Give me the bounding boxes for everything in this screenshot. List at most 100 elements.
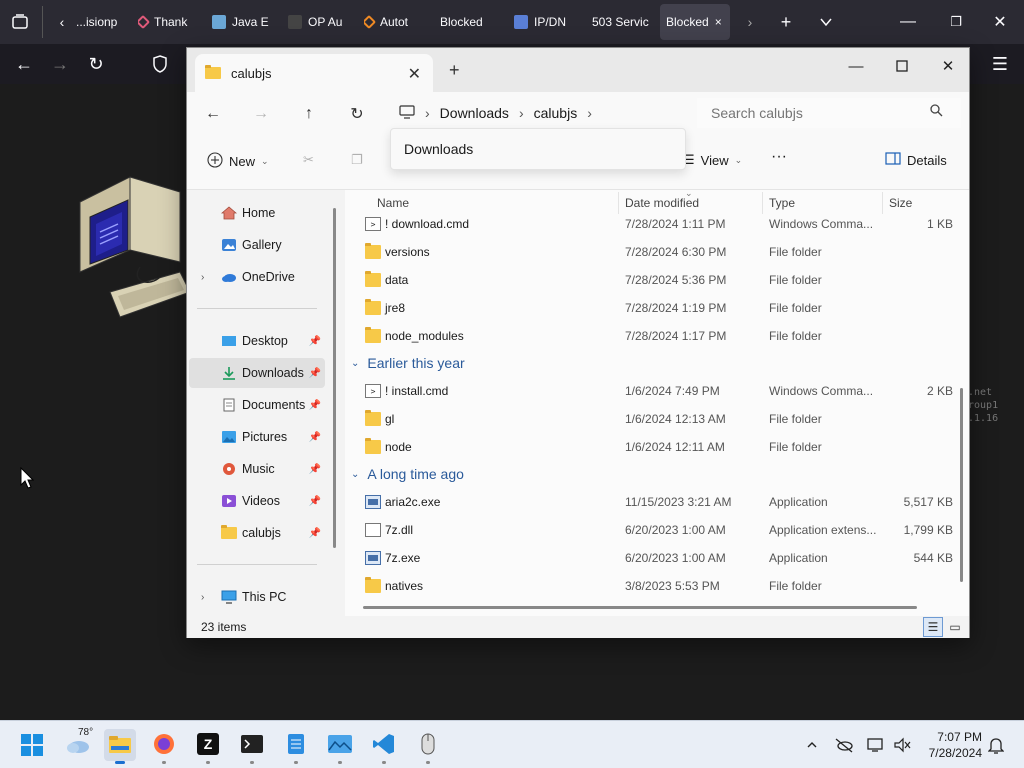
new-button[interactable]: New ⌄ <box>207 152 269 171</box>
file-row[interactable]: versions 7/28/2024 6:30 PM File folder <box>345 238 955 266</box>
up-arrow-icon[interactable]: ↑ <box>297 102 321 126</box>
refresh-icon[interactable]: ↻ <box>345 102 369 126</box>
browser-tab-8[interactable]: 503 Servic <box>592 4 654 40</box>
file-row[interactable]: 7z.exe 6/20/2023 1:00 AM Application 544 KB <box>345 544 955 572</box>
nav-item-music[interactable]: Music 📌 <box>189 454 325 484</box>
nav-item-downloads[interactable]: Downloads 📌 <box>189 358 325 388</box>
taskbar-mouse-app[interactable] <box>412 729 444 764</box>
breadcrumb-item-downloads[interactable]: Downloads <box>440 105 509 121</box>
file-row[interactable]: > ! install.cmd 1/6/2024 7:49 PM Windows Co… <box>345 377 955 405</box>
breadcrumb[interactable]: › Downloads › calubjs › <box>391 98 689 128</box>
browser-tab-3[interactable]: Java E <box>212 4 274 40</box>
this-pc-monitor-icon[interactable] <box>399 104 415 122</box>
browser-forward-icon[interactable]: → <box>48 52 72 76</box>
nav-pane-scrollbar[interactable] <box>333 208 336 548</box>
nav-item-videos[interactable]: Videos 📌 <box>189 486 325 516</box>
taskbar-notepad[interactable] <box>280 729 312 764</box>
group-header-long-ago[interactable]: ⌄ A long time ago <box>351 461 464 487</box>
new-tab-plus-icon[interactable]: + <box>774 10 798 34</box>
pin-icon[interactable]: 📌 <box>309 368 321 379</box>
file-row[interactable]: 7z.dll 6/20/2023 1:00 AM Application exten… <box>345 516 955 544</box>
file-row[interactable]: gl 1/6/2024 12:13 AM File folder <box>345 405 955 433</box>
taskbar-vscode[interactable] <box>368 729 400 764</box>
expand-chevron-icon[interactable]: › <box>201 272 204 283</box>
collapse-chevron-icon[interactable]: ⌄ <box>351 358 359 369</box>
search-input[interactable] <box>711 105 921 121</box>
cut-button[interactable]: ✂ <box>303 152 314 168</box>
details-pane-button[interactable]: Details <box>885 152 947 168</box>
list-all-tabs-chevron-icon[interactable] <box>814 10 838 34</box>
taskbar-terminal[interactable] <box>236 729 268 764</box>
more-options-button[interactable]: ··· <box>771 148 787 166</box>
notifications-bell-icon[interactable] <box>986 735 1006 755</box>
explorer-minimize-icon[interactable]: — <box>841 54 871 78</box>
pin-icon[interactable]: 📌 <box>309 496 321 507</box>
pin-icon[interactable]: 📌 <box>309 528 321 539</box>
forward-arrow-icon[interactable]: → <box>249 102 273 126</box>
browser-tab-active[interactable]: Blocked × <box>660 4 730 40</box>
taskbar-firefox[interactable] <box>148 729 180 764</box>
back-arrow-icon[interactable]: ← <box>201 102 225 126</box>
tracking-shield-icon[interactable] <box>148 52 172 76</box>
tabs-scroll-left-icon[interactable]: ‹ <box>50 10 74 34</box>
volume-muted-icon[interactable] <box>892 735 912 755</box>
nav-item-home[interactable]: Home <box>189 198 325 228</box>
weather-widget[interactable]: 78° <box>62 727 94 761</box>
breadcrumb-separator-icon[interactable]: › <box>425 105 430 121</box>
pin-icon[interactable]: 📌 <box>309 464 321 475</box>
tab-close-icon[interactable]: × <box>715 15 722 29</box>
file-row[interactable]: jre8 7/28/2024 1:19 PM File folder <box>345 294 955 322</box>
start-windows-icon[interactable] <box>16 729 48 761</box>
browser-reload-icon[interactable]: ↻ <box>84 52 108 76</box>
group-header-earlier[interactable]: ⌄ Earlier this year <box>351 350 465 376</box>
collapse-chevron-icon[interactable]: ⌄ <box>351 469 359 480</box>
browser-tab-7[interactable]: IP/DN <box>514 4 574 40</box>
browser-restore-icon[interactable]: ❐ <box>944 10 968 34</box>
search-field[interactable] <box>697 98 961 128</box>
file-row[interactable]: node 1/6/2024 12:11 AM File folder <box>345 433 955 461</box>
breadcrumb-separator-icon[interactable]: › <box>519 105 524 121</box>
taskbar-zed[interactable]: Z <box>192 729 224 764</box>
network-icon[interactable] <box>866 735 886 755</box>
file-row[interactable]: aria2c.exe 11/15/2023 3:21 AM Application 5… <box>345 488 955 516</box>
expand-chevron-icon[interactable]: › <box>201 592 204 603</box>
taskbar-image-viewer[interactable] <box>324 729 356 764</box>
browser-tab-2[interactable]: Thank <box>138 4 192 40</box>
browser-menu-icon[interactable]: ☰ <box>988 52 1012 76</box>
pin-icon[interactable]: 📌 <box>309 400 321 411</box>
pin-icon[interactable]: 📌 <box>309 336 321 347</box>
breadcrumb-separator-icon[interactable]: › <box>587 105 592 121</box>
file-row[interactable]: node_modules 7/28/2024 1:17 PM File folder <box>345 322 955 350</box>
tabs-scroll-right-icon[interactable]: › <box>738 10 762 34</box>
explorer-maximize-icon[interactable] <box>887 54 917 78</box>
nav-item-documents[interactable]: Documents 📌 <box>189 390 325 420</box>
file-row[interactable]: natives 3/8/2023 5:53 PM File folder <box>345 572 955 600</box>
nav-item-onedrive[interactable]: › OneDrive <box>189 262 325 292</box>
nav-item-calubjs[interactable]: calubjs 📌 <box>189 518 325 548</box>
browser-tab-6[interactable]: Blocked <box>440 4 500 40</box>
taskbar-file-explorer[interactable] <box>104 729 136 764</box>
file-list-vertical-scrollbar[interactable] <box>960 388 963 582</box>
browser-tab-1[interactable]: ...isionp <box>76 4 134 40</box>
onedrive-sync-off-icon[interactable] <box>834 735 854 755</box>
browser-close-icon[interactable]: ✕ <box>988 10 1012 34</box>
nav-item-gallery[interactable]: Gallery <box>189 230 325 260</box>
close-tab-icon[interactable]: ✕ <box>408 64 421 84</box>
file-row[interactable]: > ! download.cmd 7/28/2024 1:11 PM Windows … <box>345 210 955 238</box>
dropdown-item-downloads[interactable]: Downloads <box>404 141 473 157</box>
pin-icon[interactable]: 📌 <box>309 432 321 443</box>
file-row[interactable]: data 7/28/2024 5:36 PM File folder <box>345 266 955 294</box>
explorer-close-icon[interactable]: ✕ <box>933 54 963 78</box>
copy-button[interactable]: ❐ <box>351 152 363 168</box>
browser-tab-5[interactable]: Autot <box>364 4 420 40</box>
tiles-view-icon[interactable]: ▭ <box>945 617 965 637</box>
explorer-tab[interactable]: calubjs ✕ <box>195 54 433 92</box>
view-button[interactable]: ☰ View ⌄ <box>683 152 742 168</box>
details-view-icon[interactable]: ☰ <box>923 617 943 637</box>
new-explorer-tab-plus-icon[interactable]: + <box>449 60 460 81</box>
browser-minimize-icon[interactable]: — <box>896 10 920 34</box>
breadcrumb-item-calubjs[interactable]: calubjs <box>534 105 578 121</box>
system-clock[interactable]: 7:07 PM 7/28/2024 <box>916 729 982 761</box>
nav-item-pictures[interactable]: Pictures 📌 <box>189 422 325 452</box>
nav-item-this-pc[interactable]: › This PC <box>189 582 325 612</box>
